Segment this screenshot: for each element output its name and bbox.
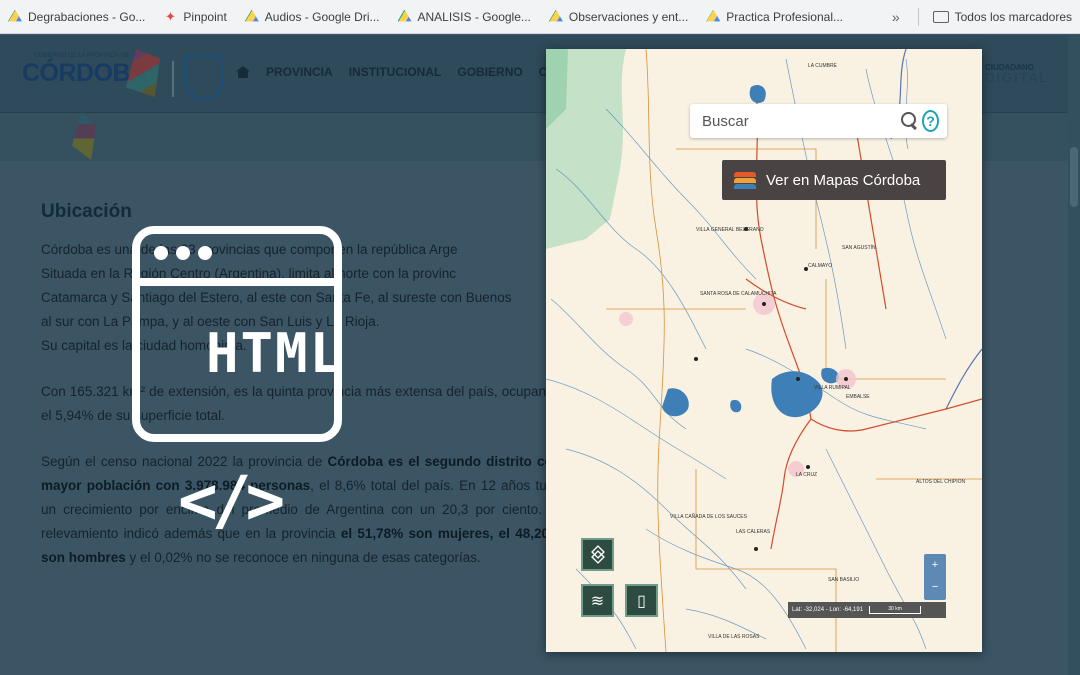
map-place-label: ALTOS DEL CHIPION [916,479,966,485]
bookmark-label: ANALISIS - Google... [417,9,531,24]
ciudadano-bottom: DIGITAL [985,70,1049,85]
article-title: Ubicación [41,201,132,222]
zoom-control: + − [924,554,946,600]
layers-button[interactable] [581,538,614,571]
scroll-thumb[interactable] [1070,147,1078,207]
coat-of-arms-icon [184,55,224,101]
coordinates-readout: Lat: -32,024 - Lon: -64,191 30 km [788,602,946,618]
map-icon: ▯ [637,592,646,610]
ver-en-mapas-cordoba-button[interactable]: Ver en Mapas Córdoba [722,160,946,200]
bookmarks-bar: Degrabaciones - Go... ✦ Pinpoint Audios - G… [0,0,1080,34]
coords-text: Lat: -32,024 - Lon: -64,191 [792,607,864,613]
map-place-label: SANTA ROSA DE CALAMUCHITA [700,291,777,297]
map-place-label: SAN AGUSTÍN [842,245,876,251]
map-panel[interactable]: LA CUMBRE VILLA GENERAL BELGRANO SAN AGU… [546,49,982,652]
bookmark-label: Pinpoint [183,9,227,24]
zoom-in-button[interactable]: + [924,554,946,576]
legend-icon: ≋ [590,592,605,610]
article-paragraph-3: Según el censo nacional 2022 la provinci… [41,450,561,570]
window-dot [154,246,168,260]
layers-icon [590,544,606,564]
ciudadano-digital-logo[interactable]: CIUDADANO DIGITAL [985,63,1049,85]
legend-button[interactable]: ≋ [581,584,614,617]
google-drive-icon [244,9,259,22]
bookmark-item[interactable]: Observaciones y ent... [548,9,689,24]
html-browser-icon: HTML [132,226,342,442]
window-dot [176,246,190,260]
cordoba-logo-shape [126,49,160,97]
window-titlebar [140,278,334,286]
google-drive-icon [8,9,22,22]
bookmark-item[interactable]: Degrabaciones - Go... [8,9,146,24]
bookmark-label: Practica Profesional... [726,9,843,24]
bookmark-item[interactable]: ✦ Pinpoint [163,8,227,24]
more-bookmarks-button[interactable]: » [892,9,900,25]
search-icon[interactable] [901,112,916,130]
google-drive-icon [706,9,721,22]
map-place-label: VILLA GENERAL BELGRANO [696,227,764,233]
ver-en-mapas-label: Ver en Mapas Córdoba [766,171,921,189]
logo-divider [172,61,174,97]
google-drive-icon [548,9,563,22]
bookmarks-divider [917,7,919,26]
map-place-label: LA CUMBRE [808,63,837,69]
bookmark-item[interactable]: ANALISIS - Google... [397,9,531,24]
folder-icon [932,10,949,23]
google-drive-icon [397,9,412,22]
pinpoint-icon: ✦ [164,8,176,24]
map-place-label: LAS CALERAS [736,529,771,535]
map-search-input[interactable] [702,112,901,130]
map-search-box: ? [690,104,947,138]
map-place-label: SAN BASILIO [828,577,860,583]
map-place-label: LA CRUZ [796,472,818,478]
all-bookmarks-label: Todos los marcadores [954,9,1072,24]
main-nav: PROVINCIA INSTITUCIONAL GOBIERNO CI [236,65,551,79]
map-place-label: CALMAYO [808,263,833,269]
nav-item-gobierno[interactable]: GOBIERNO [457,65,522,79]
code-tag-icon: </> [178,462,285,539]
p3-text: y el 0,02% no se reconoce en ninguna de … [125,550,481,565]
basemap-button[interactable]: ▯ [625,584,658,617]
map-place-label: VILLA CAÑADA DE LOS SAUCES [670,514,747,520]
window-dot [198,246,212,260]
bookmark-item[interactable]: Practica Profesional... [706,9,843,24]
html-label: HTML [206,322,345,385]
zoom-out-button[interactable]: − [924,576,946,598]
bookmark-label: Audios - Google Dri... [264,9,380,24]
page-scrollbar[interactable] [1068,35,1080,675]
nav-item-institucional[interactable]: INSTITUCIONAL [349,65,442,79]
bookmark-label: Degrabaciones - Go... [28,9,146,24]
map-place-label: VILLA DE LAS ROSAS [708,634,760,640]
all-bookmarks-button[interactable]: Todos los marcadores [932,9,1072,24]
map-place-label: VILLA RUMIPAL [814,385,851,391]
nav-item-provincia[interactable]: PROVINCIA [266,65,333,79]
home-icon[interactable] [236,66,250,78]
help-icon[interactable]: ? [922,110,939,132]
scale-bar: 30 km [869,606,922,614]
bookmark-item[interactable]: Audios - Google Dri... [244,9,380,24]
map-place-label: EMBALSE [846,394,870,400]
mapas-cordoba-logo-icon [734,170,756,190]
bookmark-label: Observaciones y ent... [568,9,689,24]
